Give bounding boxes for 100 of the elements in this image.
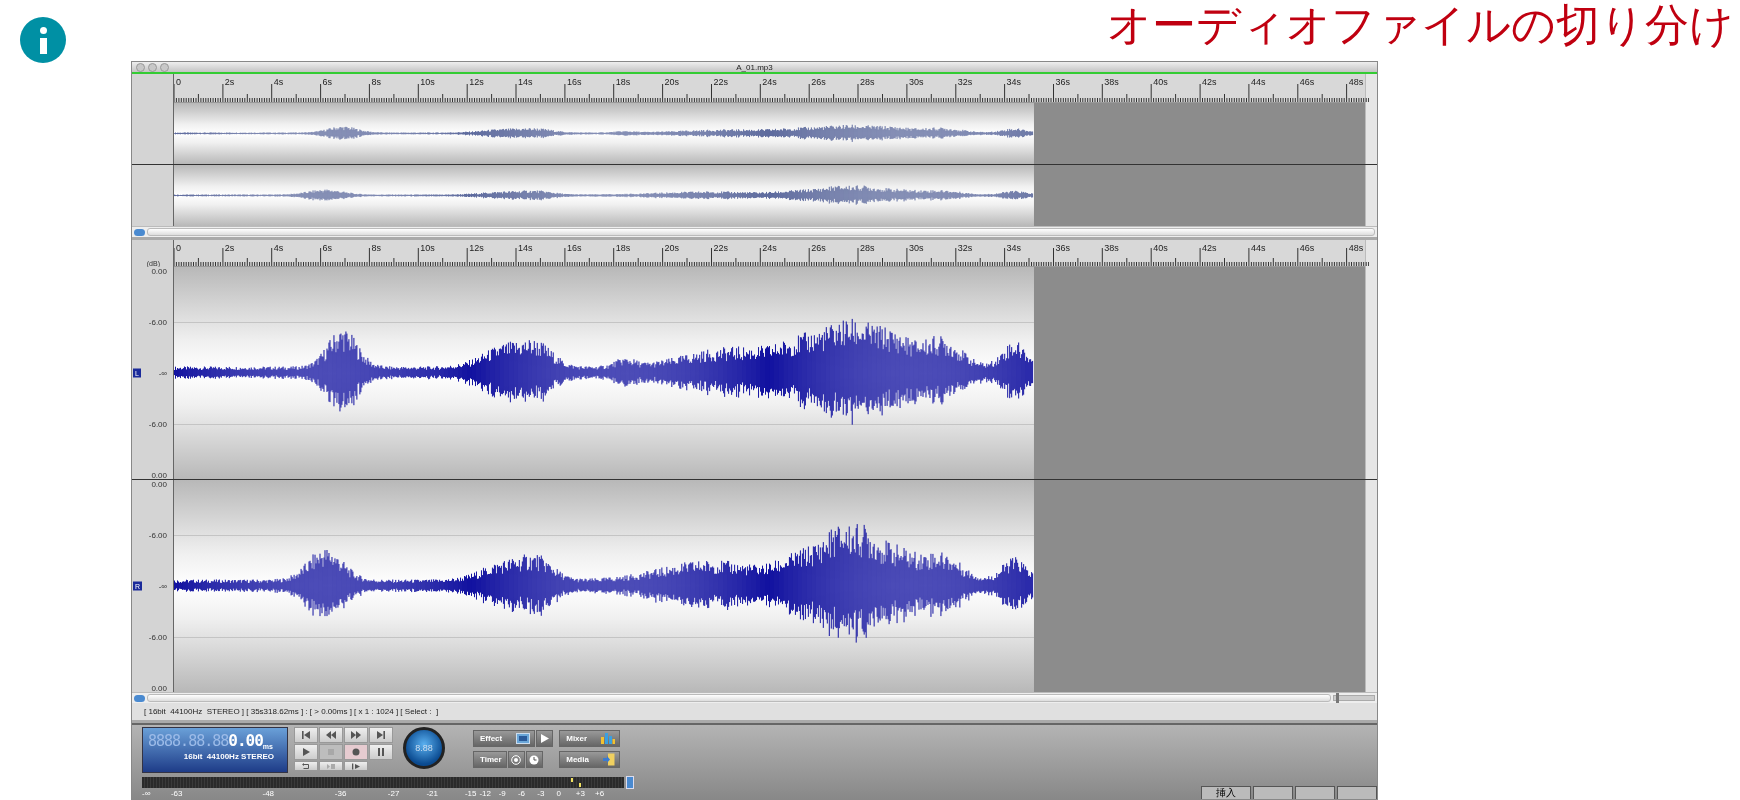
bottom-tab[interactable] [1337,786,1377,799]
bottom-tab[interactable] [1295,786,1335,799]
time-label: 2s [224,243,235,253]
rewind-button[interactable] [319,727,343,743]
skip-back-button[interactable] [294,727,318,743]
format-label: 16bit 44100Hz STEREO [183,752,274,761]
vertical-scrollbar[interactable] [1365,103,1377,164]
go-to-button[interactable] [344,761,368,771]
time-label: 48s [1348,243,1364,253]
scrollbar[interactable] [147,228,1375,236]
time-label: 6s [322,243,333,253]
skip-forward-icon [376,730,386,740]
time-label: 48s [1348,77,1364,87]
equalizer-icon [601,733,616,744]
time-label: 46s [1299,77,1315,87]
time-label: 34s [1006,77,1022,87]
time-label: 38s [1104,77,1119,87]
time-label: 12s [469,77,484,87]
skip-back-icon [301,730,311,740]
meter-label: -15 [464,789,477,798]
bottom-tab[interactable]: 挿入 [1201,786,1251,799]
time-label: 24s [762,243,777,253]
meter-label: -9 [498,789,506,798]
play-icon [540,734,549,743]
time-label: 10s [420,77,435,87]
time-label: 38s [1104,243,1119,253]
vertical-scrollbar[interactable] [1365,165,1377,226]
level-label: -6.00 [148,317,167,327]
time-label: 10s [420,243,435,253]
vertical-scrollbar[interactable] [1365,74,1377,103]
mixer-button[interactable]: Mixer [559,730,621,747]
go-to-icon [351,762,361,770]
record-button[interactable] [344,744,368,760]
vertical-scrollbar[interactable] [1365,240,1377,267]
play-button[interactable] [294,744,318,760]
window-title: A_01.mp3 [736,62,773,72]
time-label: 30s [908,243,924,253]
scrollbar[interactable] [147,694,1331,702]
time-label: 26s [811,77,826,87]
door-arrow-icon [602,753,615,766]
meter-label: -27 [387,789,400,798]
time-label: 8s [371,243,381,253]
time-label: 14s [518,243,533,253]
meter-label: -48 [262,789,275,798]
skip-forward-button[interactable] [369,727,393,743]
time-label: 16s [566,77,582,87]
time-label: 44s [1250,77,1266,87]
level-label: 0.00 [151,479,167,489]
meter-label: +6 [595,789,605,798]
zoom-slider[interactable] [1333,695,1375,701]
time-label: 0 [176,77,181,87]
play-button[interactable] [536,730,554,747]
slider-thumb[interactable] [1336,693,1339,703]
meter-label: 0 [556,789,561,798]
film-icon [516,733,531,744]
level-label: 0.00 [151,470,167,480]
time-label: 22s [713,243,728,253]
time-label: 28s [860,77,875,87]
vertical-scrollbar[interactable] [1365,267,1377,479]
time-label: 4s [273,243,284,253]
clock-icon [529,754,540,765]
time-label: 34s [1006,243,1022,253]
time-label: 18s [615,243,631,253]
pause-button[interactable] [369,744,393,760]
level-label: -6.00 [148,419,167,429]
vertical-scrollbar[interactable] [1365,480,1377,692]
time-label: 12s [469,243,484,253]
loop-button[interactable] [294,761,318,771]
time-label: 42s [1202,243,1217,253]
time-label: 8s [371,77,381,87]
level-knob[interactable]: 8.88 [403,727,445,769]
play-selection-icon [326,762,336,770]
time-label: 16s [566,243,582,253]
time-label: 44s [1250,243,1266,253]
bottom-tab[interactable] [1253,786,1293,799]
meter-button[interactable] [626,776,634,789]
time-readout: 0.00 [228,731,263,750]
record-timer-button[interactable] [507,751,525,768]
time-label: 26s [811,243,826,253]
ghost-digits: 8888.88.88 [148,732,229,750]
page-title: オーディオファイルの切り分け [1107,0,1734,50]
level-label: -6.00 [148,632,167,642]
level-label: -∞ [158,368,167,378]
time-label: 42s [1202,77,1217,87]
timer-button[interactable]: Timer [473,751,507,768]
target-icon [511,754,522,765]
effect-button[interactable]: Effect [473,730,536,747]
level-label: -6.00 [148,530,167,540]
time-label: 20s [664,77,680,87]
scroll-button[interactable] [134,694,145,702]
level-label: 0.00 [151,683,167,693]
level-label: 0.00 [151,266,167,276]
fast-forward-button[interactable] [344,727,368,743]
media-button[interactable]: Media [559,751,620,768]
scroll-button[interactable] [134,228,145,236]
time-label: 18s [615,77,631,87]
meter-label: -∞ [142,789,151,798]
time-label: 2s [224,77,235,87]
clock-button[interactable] [525,751,543,768]
time-label: 14s [518,77,533,87]
